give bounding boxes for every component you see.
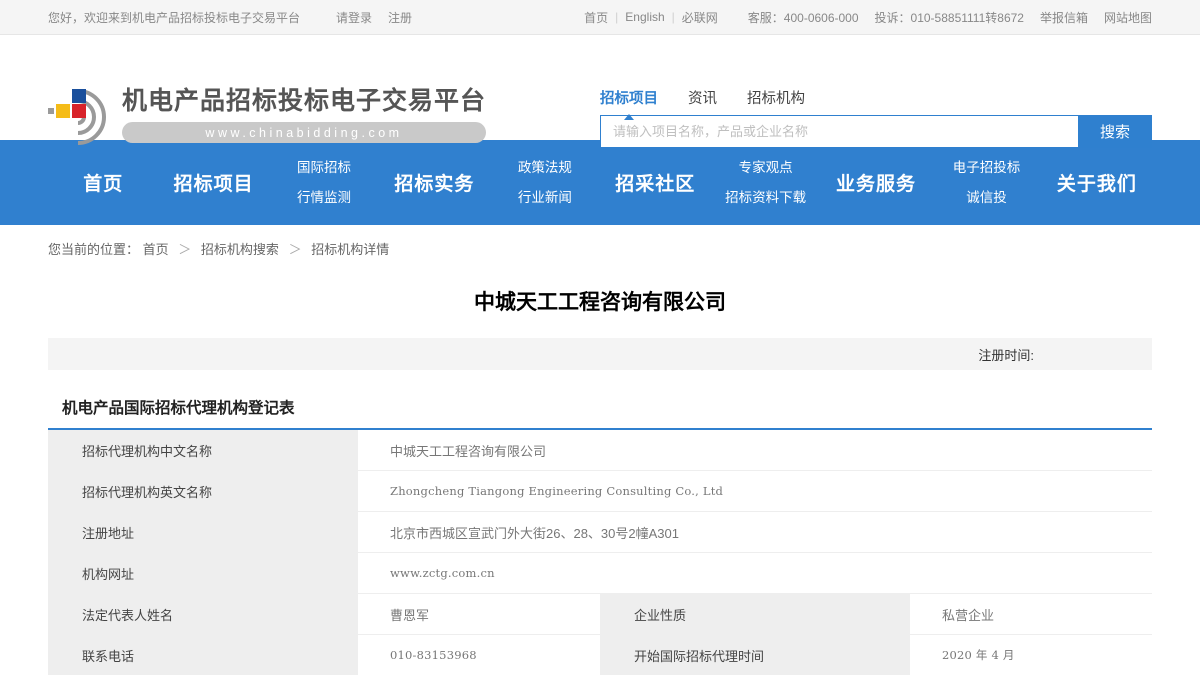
row-label-enterprise-type: 企业性质 [600, 594, 910, 634]
breadcrumb-prefix: 您当前的位置： [48, 242, 139, 257]
table-row: 机构网址 www.zctg.com.cn [48, 553, 1152, 594]
main-navigation: 首页 招标项目 国际招标 行情监测 招标实务 政策法规 行业新闻 招采社区 专家… [0, 140, 1200, 225]
topbar-separator-1: | [615, 10, 618, 24]
search-input[interactable] [600, 115, 1078, 148]
row-value-registered-address: 北京市西城区宣武门外大街26、28、30号2幢A301 [358, 512, 1152, 552]
nav-item-industry-news-label: 行业新闻 [490, 183, 600, 213]
topbar-home-link[interactable]: 首页 [584, 9, 608, 26]
row-label-legal-representative: 法定代表人姓名 [48, 594, 358, 634]
row-label-contact-phone: 联系电话 [48, 635, 358, 675]
breadcrumb-item-agency-search[interactable]: 招标机构搜索 [201, 242, 279, 257]
search-tab-agencies[interactable]: 招标机构 [747, 87, 805, 111]
nav-item-international-bidding-label: 国际招标 [269, 153, 379, 183]
nav-item-business-services-label: 业务服务 [821, 169, 931, 196]
page-content: 您当前的位置： 首页 ＞ 招标机构搜索 ＞ 招标机构详情 中城天工工程咨询有限公… [48, 225, 1152, 675]
search-tab-projects[interactable]: 招标项目 [600, 87, 658, 111]
topbar-left-group: 您好，欢迎来到机电产品招标投标电子交易平台 请登录 注册 [0, 9, 428, 26]
nav-item-international-bidding[interactable]: 国际招标 行情监测 [269, 153, 379, 213]
row-label-chinese-name: 招标代理机构中文名称 [48, 430, 358, 470]
search-button[interactable]: 搜索 [1078, 115, 1152, 148]
nav-item-policy-regulations-label: 政策法规 [490, 153, 600, 183]
nav-item-about-us[interactable]: 关于我们 [1042, 169, 1152, 196]
row-label-agency-start-time: 开始国际招标代理时间 [600, 635, 910, 675]
report-mailbox-link[interactable]: 举报信箱 [1040, 9, 1088, 26]
nav-item-policy-regulations[interactable]: 政策法规 行业新闻 [490, 153, 600, 213]
welcome-text: 您好，欢迎来到机电产品招标投标电子交易平台 [48, 9, 300, 26]
nav-item-e-bidding-label: 电子招投标 [931, 153, 1041, 183]
row-value-agency-start-time: 2020 年 4 月 [910, 635, 1152, 675]
register-link[interactable]: 注册 [388, 9, 412, 26]
row-label-website: 机构网址 [48, 553, 358, 593]
nav-item-business-services[interactable]: 业务服务 [821, 169, 931, 196]
nav-item-bidding-practice-label: 招标实务 [379, 169, 489, 196]
site-logo[interactable]: 机电产品招标投标电子交易平台 www.chinabidding.com [48, 87, 486, 149]
table-row: 联系电话 010-83153968 开始国际招标代理时间 2020 年 4 月 [48, 635, 1152, 675]
topbar-english-link[interactable]: English [625, 10, 664, 24]
search-input-row: 搜索 [600, 115, 1152, 148]
nav-item-community-label: 招采社区 [600, 169, 710, 196]
nav-item-market-monitor-label: 行情监测 [269, 183, 379, 213]
table-row: 招标代理机构英文名称 Zhongcheng Tiangong Engineeri… [48, 471, 1152, 512]
nav-item-bidding-practice[interactable]: 招标实务 [379, 169, 489, 196]
row-label-registered-address: 注册地址 [48, 512, 358, 552]
row-value-chinese-name: 中城天工工程咨询有限公司 [358, 430, 1152, 470]
customer-service-text: 客服：400-0606-000 [748, 9, 859, 26]
site-header: 机电产品招标投标电子交易平台 www.chinabidding.com 招标项目… [0, 35, 1200, 140]
table-row: 招标代理机构中文名称 中城天工工程咨询有限公司 [48, 430, 1152, 471]
logo-title: 机电产品招标投标电子交易平台 [122, 89, 486, 114]
row-value-contact-phone: 010-83153968 [358, 635, 600, 675]
row-value-legal-representative: 曹恩军 [358, 594, 600, 634]
nav-item-expert-opinion[interactable]: 专家观点 招标资料下载 [710, 153, 820, 213]
logo-url: www.chinabidding.com [122, 122, 486, 143]
row-value-english-name: Zhongcheng Tiangong Engineering Consulti… [358, 471, 1152, 511]
topbar-right-group: 首页 | English | 必联网 客服：400-0606-000 投诉：01… [584, 9, 1200, 26]
nav-item-credit-bidding-label: 诚信投 [931, 183, 1041, 213]
registration-time-label: 注册时间: [978, 345, 1034, 364]
nav-item-community[interactable]: 招采社区 [600, 169, 710, 196]
topbar-bilian-link[interactable]: 必联网 [682, 9, 718, 26]
main-navigation-inner: 首页 招标项目 国际招标 行情监测 招标实务 政策法规 行业新闻 招采社区 专家… [48, 153, 1152, 213]
nav-item-about-us-label: 关于我们 [1042, 169, 1152, 196]
row-value-enterprise-type: 私营企业 [910, 594, 1152, 634]
search-tab-list: 招标项目 资讯 招标机构 [600, 85, 1152, 111]
nav-item-bidding-downloads-label: 招标资料下载 [710, 183, 820, 213]
nav-item-bidding-projects[interactable]: 招标项目 [158, 169, 268, 196]
breadcrumb-separator-1: ＞ [178, 242, 191, 257]
page-title: 中城天工工程咨询有限公司 [48, 270, 1152, 338]
nav-item-expert-opinion-label: 专家观点 [710, 153, 820, 183]
table-row: 法定代表人姓名 曹恩军 企业性质 私营企业 [48, 594, 1152, 635]
row-value-website: www.zctg.com.cn [358, 553, 1152, 593]
nav-item-home-label: 首页 [48, 169, 158, 196]
breadcrumb-item-home[interactable]: 首页 [143, 242, 169, 257]
table-row: 注册地址 北京市西城区宣武门外大街26、28、30号2幢A301 [48, 512, 1152, 553]
search-tab-news[interactable]: 资讯 [688, 87, 717, 111]
breadcrumb-item-agency-detail[interactable]: 招标机构详情 [311, 242, 389, 257]
topbar-separator-2: | [672, 10, 675, 24]
sitemap-link[interactable]: 网站地图 [1104, 9, 1152, 26]
chinabidding-logo-icon [48, 87, 110, 149]
breadcrumb: 您当前的位置： 首页 ＞ 招标机构搜索 ＞ 招标机构详情 [48, 225, 1152, 270]
logo-text-block: 机电产品招标投标电子交易平台 www.chinabidding.com [122, 87, 486, 143]
breadcrumb-separator-2: ＞ [289, 242, 302, 257]
logo-spiral-icon [48, 87, 110, 149]
row-label-english-name: 招标代理机构英文名称 [48, 471, 358, 511]
nav-item-e-bidding[interactable]: 电子招投标 诚信投 [931, 153, 1041, 213]
top-utility-bar: 您好，欢迎来到机电产品招标投标电子交易平台 请登录 注册 首页 | Englis… [0, 0, 1200, 35]
nav-item-bidding-projects-label: 招标项目 [158, 169, 268, 196]
complaint-text: 投诉：010-58851111转8672 [875, 9, 1024, 26]
nav-item-home[interactable]: 首页 [48, 169, 158, 196]
section-title: 机电产品国际招标代理机构登记表 [48, 370, 1152, 428]
search-module: 招标项目 资讯 招标机构 搜索 [600, 85, 1152, 148]
agency-registration-table: 招标代理机构中文名称 中城天工工程咨询有限公司 招标代理机构英文名称 Zhong… [48, 428, 1152, 675]
registration-time-bar: 注册时间: [48, 338, 1152, 370]
login-link[interactable]: 请登录 [336, 9, 372, 26]
